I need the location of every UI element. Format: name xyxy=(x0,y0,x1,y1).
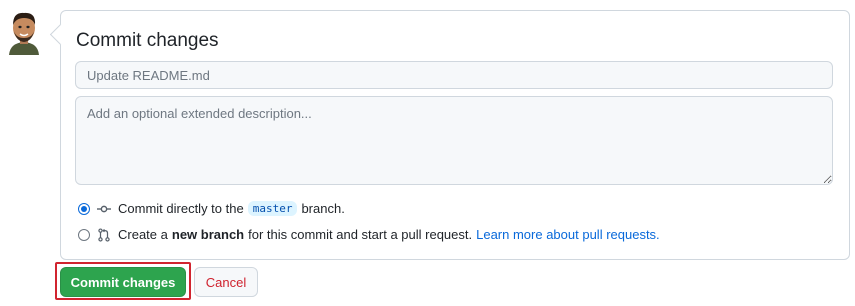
new-branch-suffix: for this commit and start a pull request… xyxy=(248,227,473,242)
user-avatar[interactable] xyxy=(5,9,43,55)
git-commit-icon xyxy=(97,205,111,212)
new-branch-bold-text: new branch xyxy=(171,227,245,242)
commit-changes-button[interactable]: Commit changes xyxy=(60,267,186,297)
panel-pointer xyxy=(49,23,72,46)
commit-description-input[interactable] xyxy=(75,96,833,185)
git-pull-request-icon xyxy=(98,227,110,242)
branch-name-badge: master xyxy=(247,201,298,216)
commit-summary-input[interactable] xyxy=(75,61,833,89)
commit-direct-suffix: branch. xyxy=(301,201,345,216)
cancel-button[interactable]: Cancel xyxy=(194,267,258,297)
bitmoji-avatar-icon xyxy=(9,12,39,55)
new-branch-text: Create a xyxy=(118,227,168,242)
learn-more-pull-requests-link[interactable]: Learn more about pull requests. xyxy=(476,227,660,242)
commit-direct-radio[interactable] xyxy=(78,202,90,215)
commit-panel: Commit changes Commit directly to the ma… xyxy=(49,10,850,260)
commit-direct-text: Commit directly to the xyxy=(118,201,244,216)
new-branch-radio[interactable] xyxy=(78,228,90,241)
commit-direct-option[interactable]: Commit directly to the master branch. xyxy=(78,201,345,216)
commit-title: Commit changes xyxy=(76,30,219,51)
new-branch-option[interactable]: Create a new branch for this commit and … xyxy=(78,227,660,242)
